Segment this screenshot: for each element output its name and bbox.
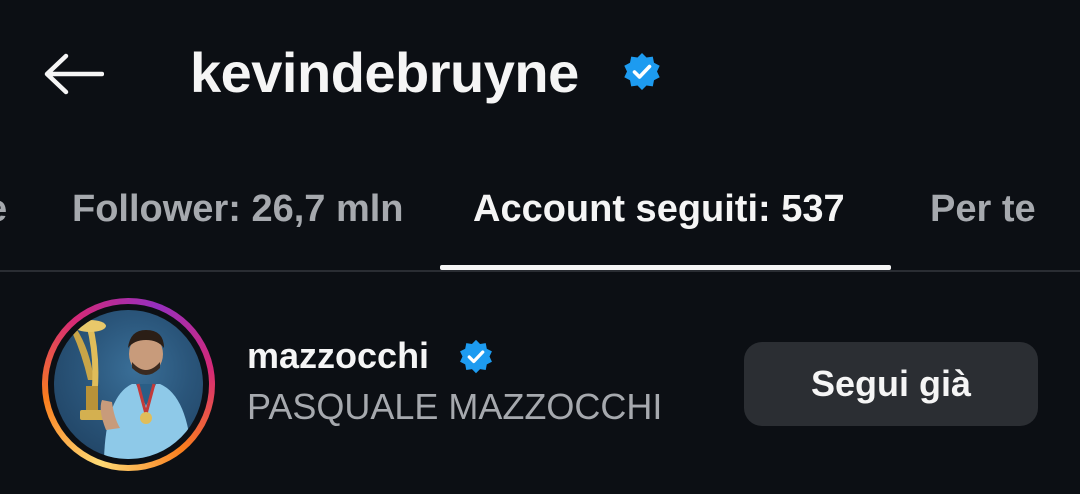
top-app-bar: kevindebruyne: [0, 0, 1080, 150]
tab-for-you[interactable]: Per te: [930, 186, 1036, 232]
tabs-divider: [0, 270, 1080, 272]
tab-partial[interactable]: e: [0, 186, 7, 232]
verified-badge-icon: [624, 53, 660, 90]
verified-badge-icon: [460, 339, 492, 374]
following-button[interactable]: Segui già: [744, 342, 1038, 426]
full-name: PASQUALE MAZZOCCHI: [247, 386, 663, 427]
back-button[interactable]: [40, 46, 106, 102]
list-item[interactable]: mazzocchi PASQUALE MAZZOCCHI Segui già: [0, 290, 1080, 480]
username[interactable]: mazzocchi: [247, 334, 429, 378]
profile-photo: [72, 320, 192, 459]
avatar-story-ring[interactable]: [42, 298, 215, 471]
arrow-left-icon: [44, 53, 104, 95]
page-title: kevindebruyne: [190, 41, 579, 104]
avatar-ring-gap: [48, 304, 209, 465]
tab-followers[interactable]: Follower: 26,7 mln: [72, 186, 404, 232]
tab-following[interactable]: Account seguiti: 537: [473, 186, 845, 232]
avatar: [54, 310, 203, 459]
tab-bar: e Follower: 26,7 mln Account seguiti: 53…: [0, 150, 1080, 272]
